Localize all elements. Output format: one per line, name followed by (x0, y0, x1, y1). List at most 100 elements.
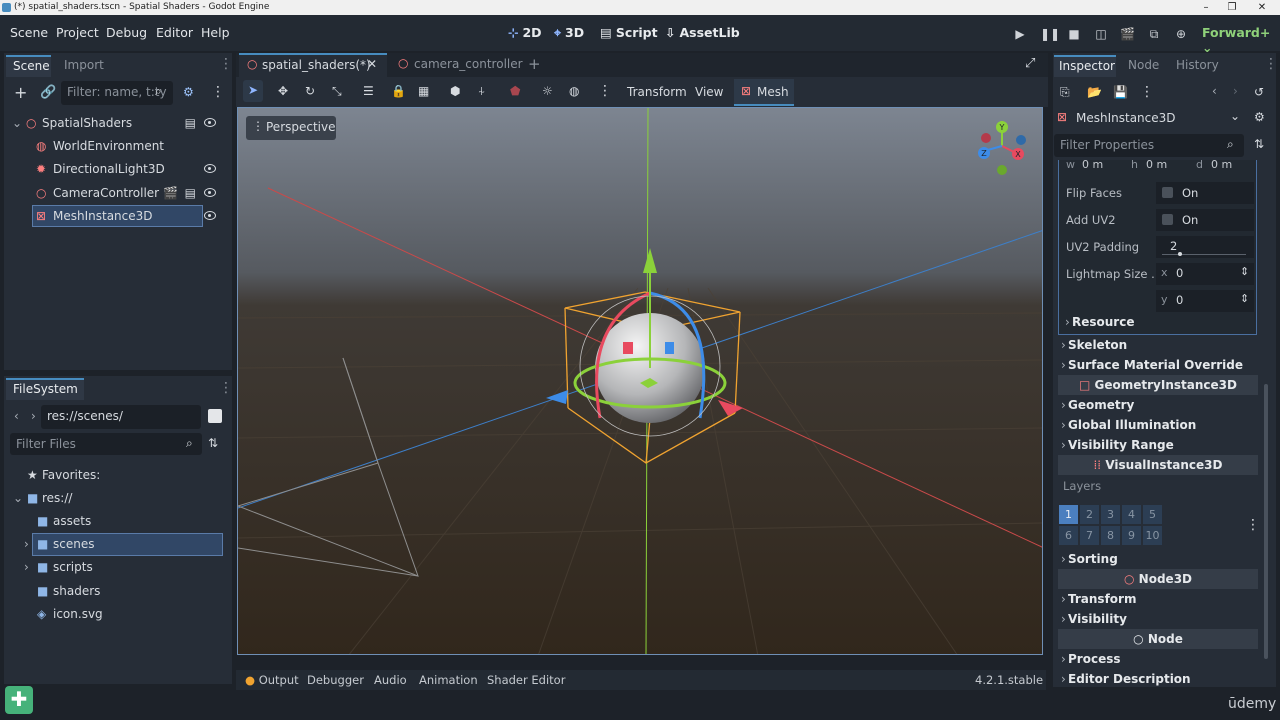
distraction-free-icon[interactable]: ⤢ (1025, 56, 1035, 71)
tab-history[interactable]: History (1176, 58, 1219, 72)
3d-viewport[interactable]: ⋮ Perspective Y X Z (237, 107, 1043, 655)
stop-icon[interactable]: ■ (1067, 27, 1081, 41)
dock-menu-icon[interactable]: ⋮ (1264, 56, 1278, 72)
layer-3[interactable]: 3 (1101, 505, 1120, 524)
sun-preview-icon[interactable]: ☼ (542, 84, 553, 98)
toggle-split-icon[interactable] (208, 409, 222, 423)
section-global-illumination[interactable]: Global Illumination (1058, 415, 1258, 435)
add-node-icon[interactable]: + (14, 83, 27, 102)
lock-icon[interactable]: 🔒 (391, 84, 406, 98)
layers-grid[interactable]: 1 2 3 4 5 6 7 8 9 10 (1058, 503, 1170, 547)
dock-menu-icon[interactable]: ⋮ (219, 380, 233, 396)
perspective-menu[interactable]: ⋮ Perspective (246, 116, 336, 140)
tab-import[interactable]: Import (64, 58, 104, 72)
open-scene-icon[interactable]: 🎬 (163, 182, 178, 204)
instance-scene-icon[interactable]: 🔗 (40, 85, 56, 100)
menu-project[interactable]: Project (56, 25, 99, 40)
run-custom-scene-icon[interactable]: ⧉ (1147, 27, 1161, 41)
add-uv2-checkbox[interactable]: On (1156, 209, 1254, 231)
more-options-icon[interactable]: ⋮ (598, 83, 612, 99)
layer-6[interactable]: 6 (1059, 526, 1078, 545)
tab-filesystem[interactable]: FileSystem (6, 378, 84, 400)
tab-camera-controller[interactable]: ○ camera_controller (390, 55, 523, 77)
flip-faces-checkbox[interactable]: On (1156, 182, 1254, 204)
visibility-eye-icon[interactable] (204, 163, 216, 173)
tree-node-worldenvironment[interactable]: ◍ WorldEnvironment (12, 135, 226, 157)
tree-file-icon-svg[interactable]: icon.svg (53, 607, 103, 621)
tree-folder-assets[interactable]: assets (53, 514, 91, 528)
renderer-select[interactable]: Forward+ ⌄ (1202, 25, 1280, 55)
add-plus-icon[interactable]: ✚ (5, 686, 33, 714)
layers-menu-icon[interactable]: ⋮ (1246, 517, 1260, 533)
menu-view[interactable]: View (695, 85, 723, 99)
group-icon[interactable]: ▦ (418, 84, 429, 98)
visibility-eye-icon[interactable] (204, 187, 216, 197)
script-attached-icon[interactable]: ▤ (185, 182, 196, 204)
menu-help[interactable]: Help (201, 25, 230, 40)
scene-options-icon[interactable]: ⋮ (211, 84, 225, 100)
layer-7[interactable]: 7 (1080, 526, 1099, 545)
tab-shader-editor[interactable]: Shader Editor (487, 673, 565, 687)
layer-4[interactable]: 4 (1122, 505, 1141, 524)
tab-spatial-shaders[interactable]: ○ spatial_shaders(*) ✕ (239, 53, 387, 77)
section-surface-material-override[interactable]: Surface Material Override (1058, 355, 1258, 375)
menu-debug[interactable]: Debug (106, 25, 147, 40)
back-icon[interactable]: ‹ (14, 409, 19, 423)
tree-node-spatialshaders[interactable]: ⌄ ○ SpatialShaders ▤ (12, 112, 226, 134)
new-resource-icon[interactable]: ⎘ (1060, 85, 1070, 100)
section-editor-description[interactable]: Editor Description (1058, 669, 1258, 689)
resource-options-icon[interactable]: ⋮ (1140, 84, 1154, 100)
ruler-icon[interactable]: ⍭ (478, 84, 485, 99)
pause-icon[interactable]: ❚❚ (1040, 27, 1060, 41)
save-resource-icon[interactable]: 💾 (1113, 85, 1128, 99)
inspector-scrollbar[interactable] (1264, 384, 1268, 659)
maximize-icon[interactable]: ❐ (1218, 0, 1246, 15)
remote-debug-icon[interactable]: ◫ (1094, 27, 1108, 41)
movie-maker-icon[interactable]: ⊕ (1174, 27, 1188, 41)
tab-animation[interactable]: Animation (419, 673, 478, 687)
new-tab-icon[interactable]: + (528, 55, 541, 73)
workspace-script-button[interactable]: ▤ Script (600, 25, 658, 40)
collapse-arrow-icon[interactable]: ⌄ (12, 112, 22, 134)
snap-icon[interactable]: ⬢ (450, 84, 460, 98)
filter-properties-input[interactable]: Filter Properties (1054, 134, 1244, 157)
size-d-field[interactable]: 0 m (1211, 158, 1232, 171)
visibility-eye-icon[interactable] (204, 210, 216, 220)
layer-8[interactable]: 8 (1101, 526, 1120, 545)
section-visibility-range[interactable]: Visibility Range (1058, 435, 1258, 455)
lightmap-size-y-field[interactable]: y 0 ⇕ (1156, 290, 1254, 312)
select-tool-button[interactable]: ➤ (243, 80, 263, 102)
cinematic-icon[interactable]: ⬟ (510, 84, 520, 98)
property-sort-icon[interactable]: ⇅ (1254, 137, 1264, 151)
section-resource[interactable]: Resource (1062, 312, 1252, 332)
menu-scene[interactable]: Scene (10, 25, 48, 40)
expand-arrow-icon[interactable]: › (24, 537, 29, 551)
minimize-icon[interactable]: – (1192, 0, 1220, 15)
object-history-icon[interactable]: ↺ (1254, 85, 1264, 99)
workspace-assetlib-button[interactable]: ⇩ AssetLib (665, 25, 740, 40)
tree-folder-shaders[interactable]: shaders (53, 584, 100, 598)
lightmap-size-x-field[interactable]: x 0 ⇕ (1156, 263, 1254, 285)
tree-node-meshinstance3d[interactable]: ⊠ MeshInstance3D (12, 205, 226, 227)
list-select-icon[interactable]: ☰ (363, 84, 374, 98)
tab-output[interactable]: ● Output (245, 673, 299, 687)
workspace-2d-button[interactable]: ⊹ 2D (508, 25, 542, 40)
menu-mesh[interactable]: ⊠ Mesh (734, 79, 794, 106)
play-icon[interactable]: ▶ (1013, 27, 1027, 41)
layer-9[interactable]: 9 (1122, 526, 1141, 545)
history-back-icon[interactable]: ‹ (1212, 84, 1217, 98)
tab-debugger[interactable]: Debugger (307, 673, 364, 687)
tab-audio[interactable]: Audio (374, 673, 407, 687)
layer-1[interactable]: 1 (1059, 505, 1078, 524)
spinner-icon[interactable]: ⇕ (1240, 265, 1249, 278)
expand-arrow-icon[interactable]: › (24, 560, 29, 574)
visibility-eye-icon[interactable] (204, 117, 216, 127)
tree-folder-scripts[interactable]: scripts (53, 560, 93, 574)
section-visibility[interactable]: Visibility (1058, 609, 1258, 629)
move-tool-icon[interactable]: ✥ (278, 84, 288, 98)
close-window-icon[interactable]: ✕ (1248, 0, 1276, 15)
attach-script-icon[interactable]: ⚙ (183, 85, 194, 99)
section-transform[interactable]: Transform (1058, 589, 1258, 609)
tree-node-cameracontroller[interactable]: ○ CameraController 🎬 ▤ (12, 182, 226, 204)
menu-editor[interactable]: Editor (156, 25, 193, 40)
